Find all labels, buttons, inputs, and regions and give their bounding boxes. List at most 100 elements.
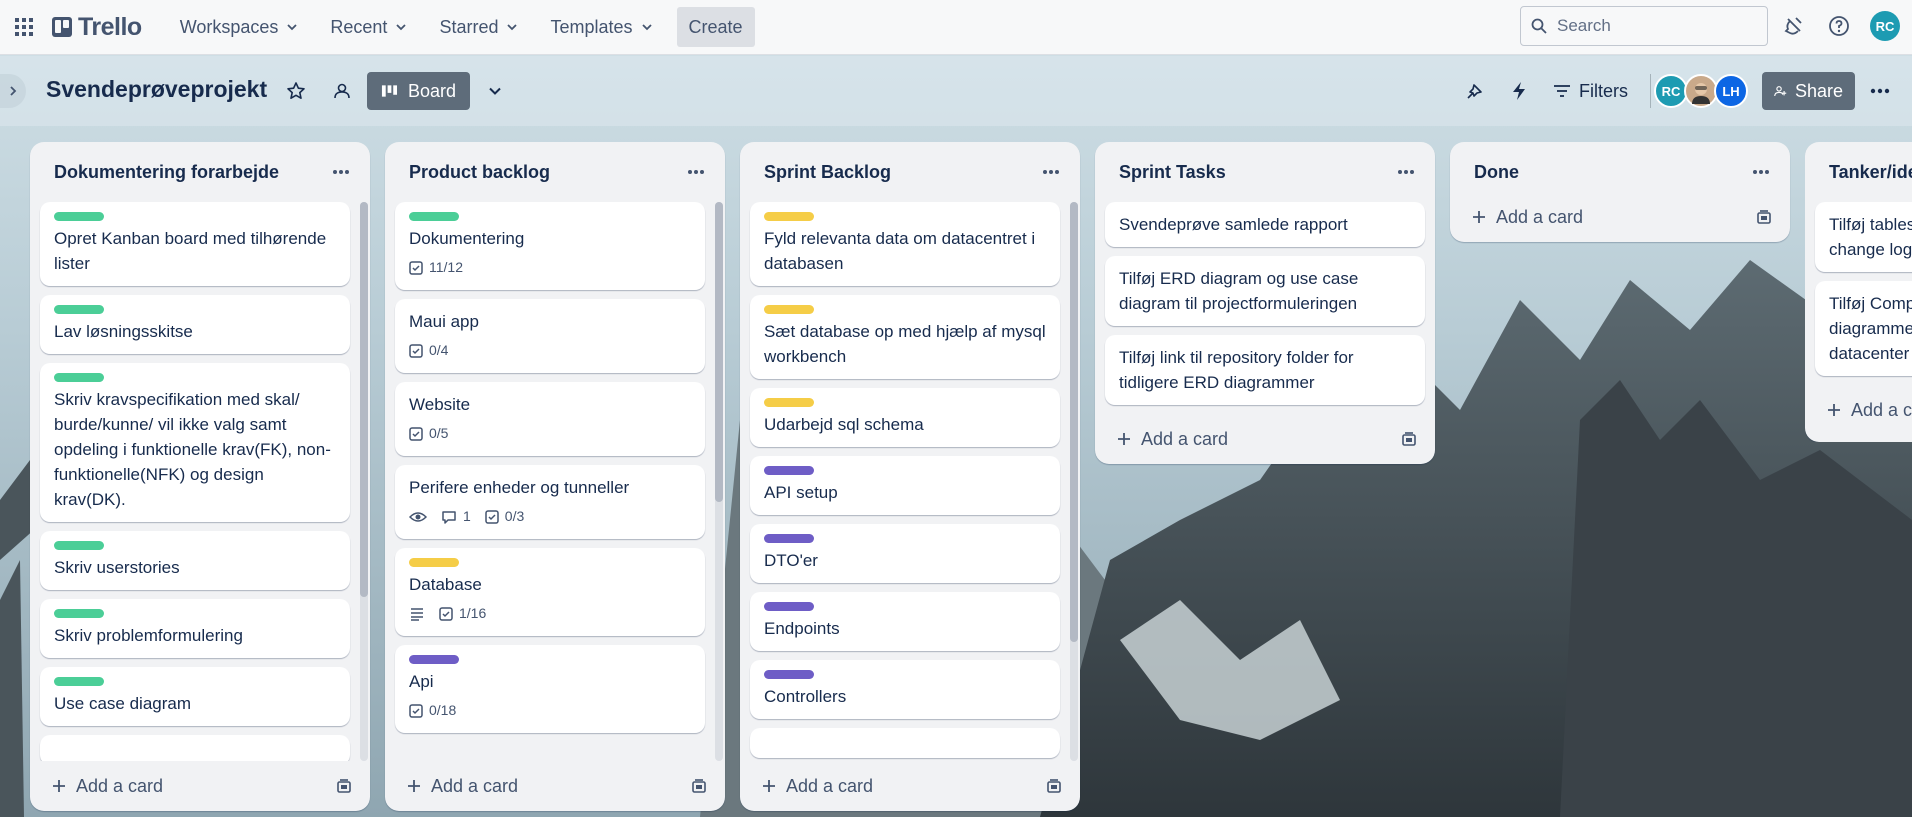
filter-icon: [1554, 85, 1570, 97]
card[interactable]: Svendeprøve samlede rapport: [1105, 202, 1425, 247]
card[interactable]: Skriv userstories: [40, 531, 350, 590]
plus-icon: [1118, 433, 1130, 445]
card[interactable]: Api 0/18: [395, 645, 705, 733]
label-yellow[interactable]: [409, 558, 459, 567]
label-green[interactable]: [54, 373, 104, 382]
card[interactable]: Use case diagram: [40, 667, 350, 726]
scrollbar-thumb[interactable]: [360, 202, 368, 597]
chevron-down-icon[interactable]: [481, 77, 509, 105]
notifications-icon[interactable]: [1779, 12, 1807, 40]
user-avatar[interactable]: RC: [1870, 11, 1900, 41]
card[interactable]: Skriv kravspecifikation med skal/ burde/…: [40, 363, 350, 522]
nav-recent[interactable]: Recent: [314, 7, 423, 47]
label-yellow[interactable]: [764, 212, 814, 221]
more-icon[interactable]: [1866, 77, 1894, 105]
member-avatar-photo[interactable]: [1684, 74, 1718, 108]
card[interactable]: Udarbejd sql schema: [750, 388, 1060, 447]
nav-templates[interactable]: Templates: [534, 7, 668, 47]
card-partial[interactable]: [40, 735, 350, 761]
card[interactable]: Endpoints: [750, 592, 1060, 651]
card-title: Dokumentering: [409, 229, 525, 248]
eye-icon: [409, 511, 427, 522]
list-header[interactable]: Dokumentering forarbejde: [30, 142, 370, 202]
label-green[interactable]: [54, 609, 104, 618]
visibility-icon[interactable]: [328, 77, 356, 105]
card[interactable]: Tilføj ERD diagram og use case diagram t…: [1105, 256, 1425, 326]
label-purple[interactable]: [409, 655, 459, 664]
label-green[interactable]: [54, 212, 104, 221]
template-icon[interactable]: [1046, 778, 1062, 794]
template-icon[interactable]: [336, 778, 352, 794]
card[interactable]: Tilføj link til repository folder for ti…: [1105, 335, 1425, 405]
star-icon[interactable]: [282, 77, 310, 105]
label-yellow[interactable]: [764, 305, 814, 314]
list-more-icon[interactable]: [1748, 159, 1774, 185]
card[interactable]: Dokumentering 11/12: [395, 202, 705, 290]
card[interactable]: Opret Kanban board med tilhørende lister: [40, 202, 350, 286]
template-icon[interactable]: [1756, 209, 1772, 225]
list-header[interactable]: Sprint Tasks: [1095, 142, 1435, 202]
add-card-button[interactable]: Add a card: [30, 761, 370, 811]
add-card-button[interactable]: Add a card: [385, 761, 725, 811]
list-scrollbar[interactable]: [360, 202, 368, 761]
list-scrollbar[interactable]: [1070, 202, 1078, 761]
card[interactable]: Website 0/5: [395, 382, 705, 456]
logo-text: Trello: [78, 12, 142, 41]
card[interactable]: Database 1/16: [395, 548, 705, 636]
nav-workspaces[interactable]: Workspaces: [164, 7, 315, 47]
label-purple[interactable]: [764, 534, 814, 543]
filters-button[interactable]: Filters: [1553, 72, 1628, 110]
nav-starred[interactable]: Starred: [423, 7, 534, 47]
list-tanker-ide: Tanker/ide Tilføj tables change log Tilf…: [1805, 142, 1912, 442]
label-purple[interactable]: [764, 670, 814, 679]
label-purple[interactable]: [764, 602, 814, 611]
list-more-icon[interactable]: [328, 159, 354, 185]
list-header[interactable]: Tanker/ide: [1805, 142, 1912, 202]
list-header[interactable]: Product backlog: [385, 142, 725, 202]
scrollbar-thumb[interactable]: [1070, 202, 1078, 642]
list-more-icon[interactable]: [683, 159, 709, 185]
sidebar-expand-button[interactable]: [0, 74, 26, 108]
member-avatar-rc[interactable]: RC: [1654, 74, 1688, 108]
card[interactable]: Skriv problemformulering: [40, 599, 350, 658]
add-card-button[interactable]: Add a card: [1450, 192, 1790, 242]
member-avatar-lh[interactable]: LH: [1714, 74, 1748, 108]
card[interactable]: Fyld relevanta data om datacentret i dat…: [750, 202, 1060, 286]
create-button[interactable]: Create: [676, 7, 755, 47]
board-view-button[interactable]: Board: [367, 72, 470, 110]
add-card-button[interactable]: Add a card: [740, 761, 1080, 811]
label-green[interactable]: [54, 541, 104, 550]
label-green[interactable]: [409, 212, 459, 221]
card[interactable]: Tilføj tables change log: [1815, 202, 1912, 272]
card[interactable]: Controllers: [750, 660, 1060, 719]
board-title[interactable]: Svendeprøveprojekt: [46, 76, 267, 103]
card[interactable]: Tilføj Comp diagramme datacenter: [1815, 281, 1912, 376]
add-card-button[interactable]: Add a card: [1095, 414, 1435, 464]
trello-logo[interactable]: Trello: [52, 13, 142, 42]
label-green[interactable]: [54, 305, 104, 314]
label-green[interactable]: [54, 677, 104, 686]
card[interactable]: Sæt database op med hjælp af mysql workb…: [750, 295, 1060, 379]
list-header[interactable]: Sprint Backlog: [740, 142, 1080, 202]
label-purple[interactable]: [764, 466, 814, 475]
automation-icon[interactable]: [1505, 77, 1533, 105]
scrollbar-thumb[interactable]: [715, 202, 723, 502]
card[interactable]: API setup: [750, 456, 1060, 515]
card-partial[interactable]: [750, 728, 1060, 758]
help-icon[interactable]: [1825, 12, 1853, 40]
template-icon[interactable]: [1401, 431, 1417, 447]
list-more-icon[interactable]: [1038, 159, 1064, 185]
card[interactable]: DTO'er: [750, 524, 1060, 583]
search-input[interactable]: Search: [1520, 6, 1768, 46]
app-switcher-icon[interactable]: [10, 13, 38, 41]
power-ups-icon[interactable]: [1461, 77, 1489, 105]
label-yellow[interactable]: [764, 398, 814, 407]
add-card-button[interactable]: Add a card: [1805, 385, 1912, 435]
card[interactable]: Lav løsningsskitse: [40, 295, 350, 354]
list-more-icon[interactable]: [1393, 159, 1419, 185]
card[interactable]: Maui app 0/4: [395, 299, 705, 373]
list-scrollbar[interactable]: [715, 202, 723, 761]
card[interactable]: Perifere enheder og tunneller 1 0/3: [395, 465, 705, 539]
template-icon[interactable]: [691, 778, 707, 794]
share-button[interactable]: Share: [1762, 72, 1855, 110]
